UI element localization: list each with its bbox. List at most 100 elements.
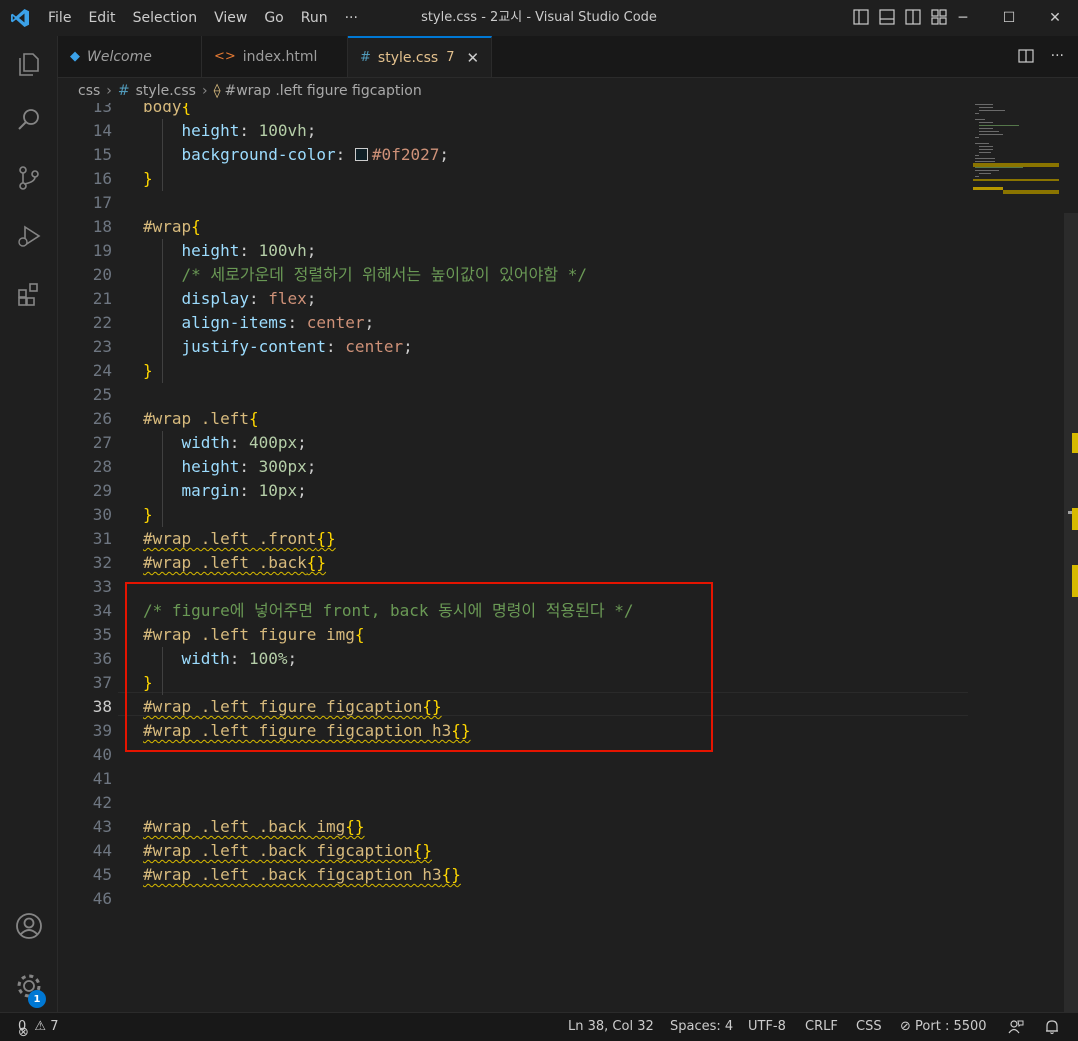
breadcrumb: css › # style.css › ⟠ #wrap .left figure… — [58, 78, 1078, 103]
indentation[interactable]: Spaces: 4 — [670, 1019, 733, 1034]
code-line[interactable]: 45 #wrap .left .back figcaption h3{} — [58, 863, 968, 887]
symbol-icon: ⟠ — [213, 82, 221, 99]
error-icon: ⊗ — [18, 1025, 29, 1040]
run-debug-icon[interactable] — [0, 212, 57, 260]
code-line[interactable]: 30} — [58, 503, 968, 527]
vscode-icon: ◆ — [70, 49, 80, 64]
layout-controls — [852, 8, 948, 26]
code-line[interactable]: 41 — [58, 767, 968, 791]
code-line[interactable]: 29 margin: 10px; — [58, 479, 968, 503]
code-line[interactable]: 26 #wrap .left{ — [58, 407, 968, 431]
toggle-primary-sidebar-icon[interactable] — [852, 8, 870, 26]
toggle-secondary-sidebar-icon[interactable] — [904, 8, 922, 26]
search-icon[interactable] — [0, 96, 57, 144]
code-line[interactable]: 15 background-color: #0f2027; — [58, 143, 968, 167]
line-number: 38 — [92, 697, 112, 716]
line-text: #wrap .left{ — [143, 409, 259, 428]
code-line[interactable]: 18 #wrap{ — [58, 215, 968, 239]
line-number: 22 — [92, 313, 112, 332]
accounts-icon[interactable] — [0, 902, 57, 950]
vertical-scrollbar[interactable] — [1064, 103, 1078, 1012]
menu-file[interactable]: File — [40, 10, 80, 26]
line-text: #wrap .left .back img{} — [143, 817, 365, 836]
menu-go[interactable]: Go — [256, 10, 292, 26]
code-line[interactable]: 23 justify-content: center; — [58, 335, 968, 359]
code-line[interactable]: 20 /* 세로가운데 정렬하기 위해서는 높이값이 있어야함 */ — [58, 263, 968, 287]
line-number: 46 — [92, 889, 112, 908]
line-number: 33 — [92, 577, 112, 596]
title-bar: File Edit Selection View Go Run ··· styl… — [0, 0, 1078, 36]
line-number: 36 — [92, 649, 112, 668]
minimap[interactable] — [973, 103, 1063, 1012]
code-line[interactable]: 13 body{ — [58, 103, 968, 119]
toggle-panel-icon[interactable] — [878, 8, 896, 26]
css-icon: # — [117, 82, 130, 99]
notifications-bell-icon[interactable] — [1044, 1019, 1060, 1039]
menu-more[interactable]: ··· — [337, 10, 367, 26]
explorer-icon[interactable] — [0, 40, 57, 88]
line-number: 34 — [92, 601, 112, 620]
line-text: display: flex; — [181, 289, 317, 308]
code-line[interactable]: 16} — [58, 167, 968, 191]
warning-count: 7 — [50, 1019, 59, 1034]
line-ending[interactable]: CRLF — [805, 1019, 838, 1034]
settings-gear-icon[interactable]: 1 — [0, 962, 57, 1010]
menu-run[interactable]: Run — [293, 10, 337, 26]
activity-bar: 1 — [0, 36, 58, 1012]
close-tab-icon[interactable]: ✕ — [467, 49, 480, 67]
code-line[interactable]: 46 — [58, 887, 968, 911]
minimize-button[interactable]: ─ — [940, 0, 986, 36]
code-line[interactable]: 32 #wrap .left .back{} — [58, 551, 968, 575]
line-number: 32 — [92, 553, 112, 572]
code-line[interactable]: 25 — [58, 383, 968, 407]
tab-label: index.html — [242, 48, 318, 65]
line-number: 39 — [92, 721, 112, 740]
breadcrumb-file[interactable]: style.css — [136, 83, 196, 99]
line-number: 19 — [92, 241, 112, 260]
code-line[interactable]: 24} — [58, 359, 968, 383]
line-number: 13 — [92, 103, 112, 116]
live-server-icon: ⊘ — [900, 1019, 911, 1034]
code-line[interactable]: 27 width: 400px; — [58, 431, 968, 455]
color-swatch[interactable] — [354, 148, 368, 161]
tab-style-css[interactable]: # style.css 7 ✕ — [348, 36, 492, 77]
code-line[interactable]: 44 #wrap .left .back figcaption{} — [58, 839, 968, 863]
menu-selection[interactable]: Selection — [125, 10, 207, 26]
port-label: Port : 5500 — [915, 1019, 987, 1034]
code-line[interactable]: 22 align-items: center; — [58, 311, 968, 335]
breadcrumb-folder[interactable]: css — [78, 83, 100, 99]
code-line[interactable]: 19 height: 100vh; — [58, 239, 968, 263]
code-line[interactable]: 31 #wrap .left .front{} — [58, 527, 968, 551]
code-line[interactable]: 21 display: flex; — [58, 287, 968, 311]
code-line[interactable]: 14 height: 100vh; — [58, 119, 968, 143]
menu-edit[interactable]: Edit — [80, 10, 124, 26]
cursor-position[interactable]: Ln 38, Col 32 — [568, 1019, 654, 1034]
live-server-port[interactable]: ⊘ Port : 5500 — [900, 1019, 987, 1034]
split-editor-icon[interactable] — [1017, 47, 1035, 69]
tab-label: style.css — [377, 49, 439, 66]
vscode-logo-icon — [0, 0, 40, 36]
source-control-icon[interactable] — [0, 154, 57, 202]
line-number: 16 — [92, 169, 112, 188]
settings-badge: 1 — [28, 990, 46, 1008]
line-number: 14 — [92, 121, 112, 140]
extensions-icon[interactable] — [0, 270, 57, 318]
code-line[interactable]: 43 #wrap .left .back img{} — [58, 815, 968, 839]
feedback-icon[interactable] — [1008, 1019, 1024, 1039]
breadcrumb-symbol[interactable]: #wrap .left figure figcaption — [224, 83, 421, 99]
code-line[interactable]: 28 height: 300px; — [58, 455, 968, 479]
problems-indicator[interactable]: ⊗ 0 ⚠ 7 — [18, 1019, 59, 1040]
maximize-button[interactable]: ☐ — [986, 0, 1032, 36]
encoding[interactable]: UTF-8 — [748, 1019, 786, 1034]
code-editor[interactable]: 13 body{14 height: 100vh; 15 background-co… — [58, 103, 1078, 1012]
tab-welcome[interactable]: ◆ Welcome — [58, 36, 202, 77]
line-number: 21 — [92, 289, 112, 308]
code-line[interactable]: 17 — [58, 191, 968, 215]
close-window-button[interactable]: ✕ — [1032, 0, 1078, 36]
line-number: 27 — [92, 433, 112, 452]
more-actions-icon[interactable]: ··· — [1051, 47, 1064, 69]
language-mode[interactable]: CSS — [856, 1019, 882, 1034]
tab-index-html[interactable]: <> index.html — [202, 36, 348, 77]
menu-view[interactable]: View — [206, 10, 256, 26]
code-line[interactable]: 42 — [58, 791, 968, 815]
